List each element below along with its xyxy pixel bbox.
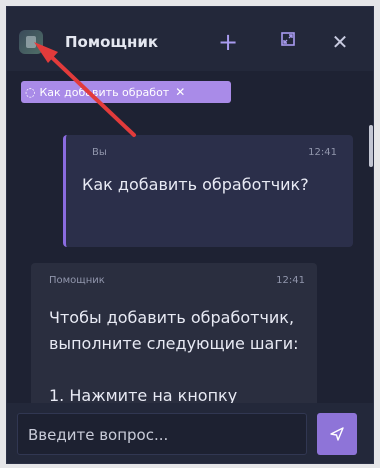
message-time: 12:41 — [308, 147, 337, 158]
assistant-panel: Помощник + ✕ ◌ Как добавить обработ ✕ Вы… — [6, 6, 374, 464]
expand-icon — [281, 32, 295, 46]
screenshot-frame: Помощник + ✕ ◌ Как добавить обработ ✕ Вы… — [0, 0, 380, 468]
message-scrollbar[interactable] — [369, 119, 373, 399]
close-button[interactable]: ✕ — [327, 29, 353, 55]
send-icon — [330, 427, 344, 441]
context-chip-label: Как добавить обработ — [39, 85, 170, 99]
panel-header: Помощник + ✕ ◌ Как добавить обработ ✕ — [7, 7, 373, 103]
remove-chip-icon[interactable]: ✕ — [175, 85, 185, 99]
close-icon: ✕ — [331, 30, 349, 54]
input-bar: Введите вопрос... — [7, 403, 373, 463]
new-chat-button[interactable]: + — [215, 29, 241, 55]
assistant-message: Помощник 12:41 Чтобы добавить обработчик… — [31, 263, 317, 409]
message-author: Помощник — [49, 275, 105, 286]
user-message: Вы 12:41 Как добавить обработчик? — [63, 135, 353, 247]
send-button[interactable] — [317, 413, 357, 455]
message-text: Как добавить обработчик? — [82, 175, 309, 194]
message-text: Чтобы добавить обработчик, выполните сле… — [49, 308, 299, 405]
plus-icon: + — [217, 28, 239, 56]
panel-title: Помощник — [65, 33, 159, 51]
context-chip[interactable]: ◌ Как добавить обработ ✕ — [21, 81, 231, 103]
expand-button[interactable] — [275, 29, 301, 55]
assistant-avatar-icon[interactable] — [19, 30, 43, 54]
question-input[interactable]: Введите вопрос... — [17, 413, 307, 455]
chat-icon: ◌ — [25, 85, 36, 99]
message-list[interactable]: Вы 12:41 Как добавить обработчик? Помощн… — [7, 115, 373, 409]
message-author: Вы — [92, 147, 107, 158]
scrollbar-thumb[interactable] — [369, 125, 373, 167]
message-time: 12:41 — [276, 275, 305, 286]
